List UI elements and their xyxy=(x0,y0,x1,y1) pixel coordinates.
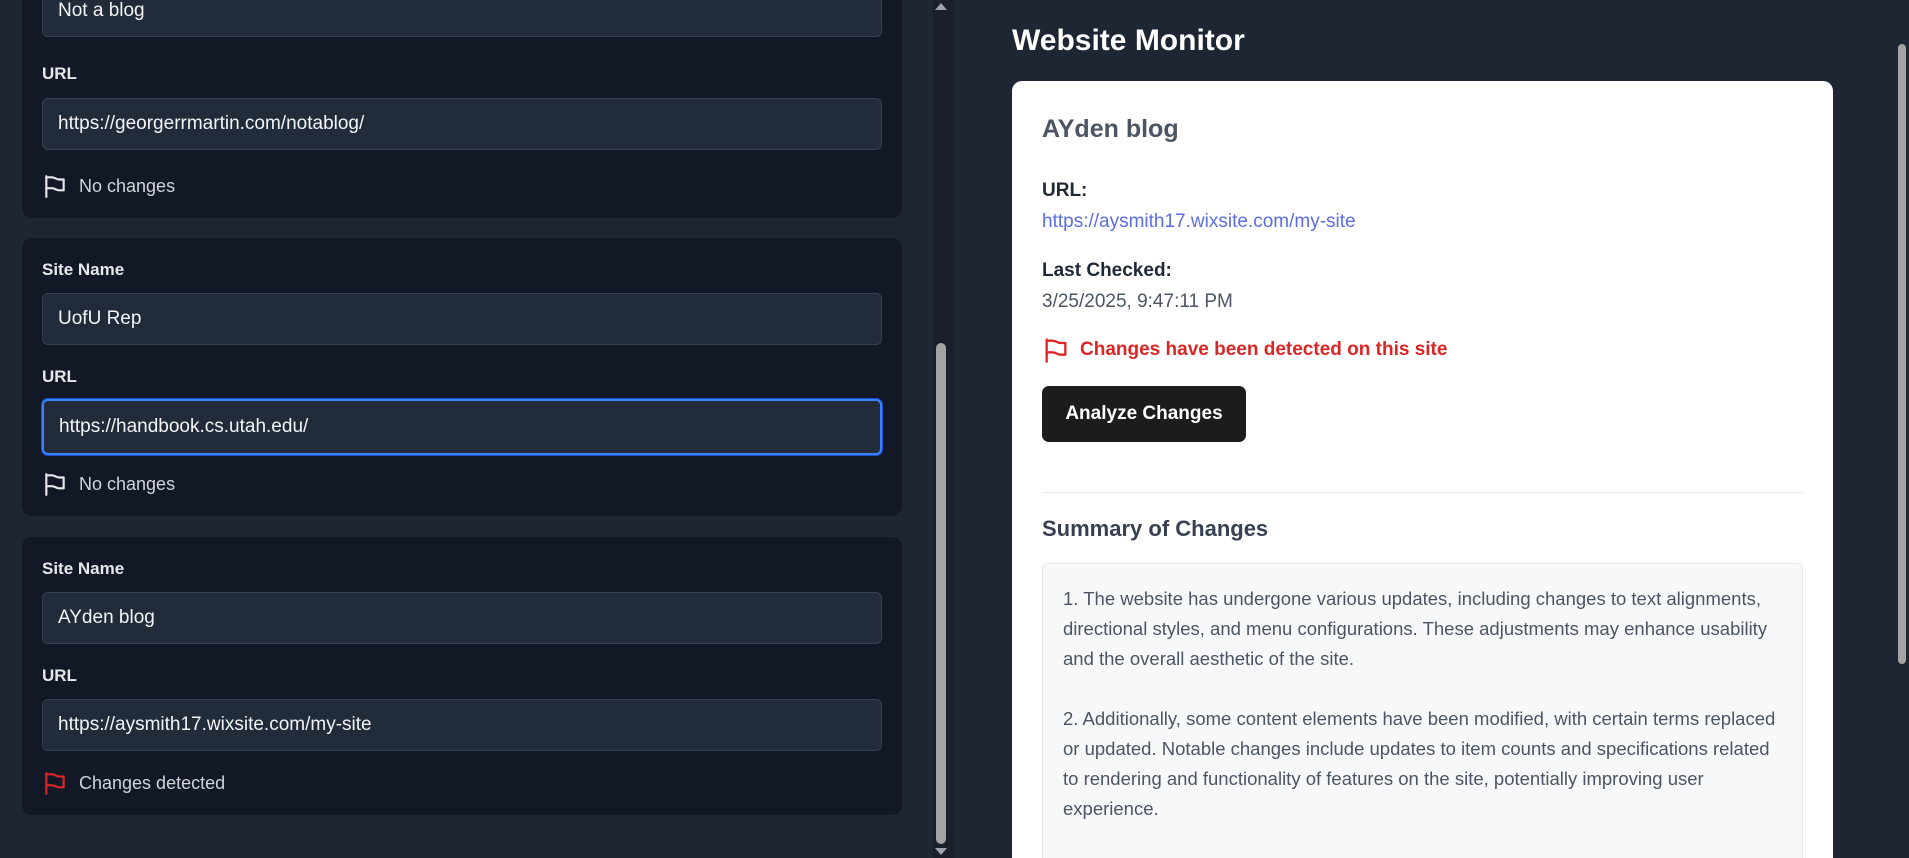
url-label: URL xyxy=(42,367,77,386)
changes-alert: Changes have been detected on this site xyxy=(1042,336,1447,364)
detail-site-name: AYden blog xyxy=(1042,115,1179,143)
site-name-input[interactable]: AYden blog xyxy=(42,592,882,644)
site-name-value: UofU Rep xyxy=(58,308,142,329)
last-checked-value: 3/25/2025, 9:47:11 PM xyxy=(1042,291,1233,312)
scroll-up-icon[interactable] xyxy=(935,3,947,10)
status-text: Changes detected xyxy=(79,772,226,793)
site-card: Site Name UofU Rep URL https://handbook.… xyxy=(22,238,902,516)
site-name-input[interactable]: UofU Rep xyxy=(42,293,882,345)
detail-pane: Website Monitor AYden blog URL: https://… xyxy=(953,0,1895,858)
page-scrollbar[interactable] xyxy=(1895,0,1909,858)
site-list-pane: Not a blog URL https://georgerrmartin.co… xyxy=(0,0,935,858)
scroll-down-icon[interactable] xyxy=(935,848,947,855)
scrollbar-thumb[interactable] xyxy=(1898,44,1906,664)
left-scrollbar[interactable] xyxy=(933,0,953,858)
summary-heading: Summary of Changes xyxy=(1042,516,1269,541)
url-value: https://handbook.cs.utah.edu/ xyxy=(59,416,309,437)
url-input[interactable]: https://aysmith17.wixsite.com/my-site xyxy=(42,699,882,751)
url-label: URL xyxy=(42,666,77,685)
last-checked-label: Last Checked: xyxy=(1042,260,1172,281)
url-label: URL xyxy=(42,64,77,83)
url-label: URL: xyxy=(1042,180,1088,201)
page-title: Website Monitor xyxy=(1012,24,1245,57)
status-text: No changes xyxy=(79,473,176,494)
flag-icon xyxy=(45,772,65,795)
url-input[interactable]: https://handbook.cs.utah.edu/ xyxy=(42,399,882,455)
status-row: No changes xyxy=(42,471,175,497)
site-name-label: Site Name xyxy=(42,559,125,578)
site-url-link[interactable]: https://aysmith17.wixsite.com/my-site xyxy=(1042,211,1356,233)
flag-icon xyxy=(45,175,65,198)
divider xyxy=(1042,492,1803,493)
summary-paragraph: 1. The website has undergone various upd… xyxy=(1063,588,1768,669)
site-name-value: AYden blog xyxy=(58,607,155,628)
scrollbar-thumb[interactable] xyxy=(936,343,946,844)
status-row: No changes xyxy=(42,173,175,199)
site-detail-card: AYden blog URL: https://aysmith17.wixsit… xyxy=(1012,81,1833,858)
status-text: No changes xyxy=(79,175,176,196)
url-value: https://georgerrmartin.com/notablog/ xyxy=(58,113,365,134)
flag-icon xyxy=(1045,338,1067,363)
url-value: https://aysmith17.wixsite.com/my-site xyxy=(58,714,372,735)
site-card: Site Name AYden blog URL https://aysmith… xyxy=(22,537,902,815)
summary-box: 1. The website has undergone various upd… xyxy=(1042,563,1803,858)
summary-paragraph: 2. Additionally, some content elements h… xyxy=(1063,708,1776,819)
site-name-value: Not a blog xyxy=(58,0,145,21)
site-name-label: Site Name xyxy=(42,260,125,279)
alert-text: Changes have been detected on this site xyxy=(1080,339,1448,360)
analyze-changes-button[interactable]: Analyze Changes xyxy=(1042,386,1246,442)
site-name-input[interactable]: Not a blog xyxy=(42,0,882,37)
site-card: Not a blog URL https://georgerrmartin.co… xyxy=(22,0,902,218)
app-root: Not a blog URL https://georgerrmartin.co… xyxy=(0,0,1909,858)
flag-icon xyxy=(45,473,65,496)
url-input[interactable]: https://georgerrmartin.com/notablog/ xyxy=(42,98,882,150)
status-row: Changes detected xyxy=(42,770,225,796)
